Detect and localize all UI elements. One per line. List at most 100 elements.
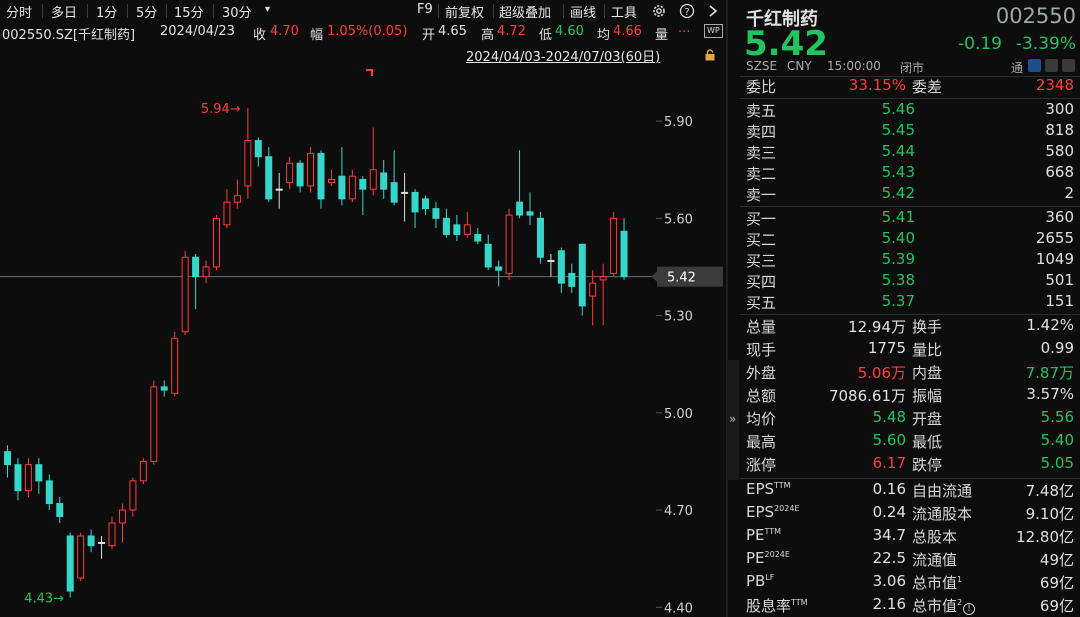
stat-row: 现手 1775 量比 0.99: [740, 339, 1080, 361]
level-label: 买三: [746, 252, 777, 270]
candle: [244, 108, 252, 199]
level-price: 5.37: [881, 292, 915, 310]
candle-body: [254, 140, 262, 158]
draw-button[interactable]: 画线: [570, 2, 596, 21]
fundamental-row: PETTM 34.7 总股本 12.80亿: [740, 526, 1080, 548]
stat-row: 外盘 5.06万 内盘 7.87万: [740, 362, 1080, 384]
avg-value: 4.66: [613, 24, 642, 39]
candle: [45, 474, 53, 511]
tab-intraday[interactable]: 分时: [6, 2, 32, 21]
help-icon[interactable]: ?: [679, 3, 695, 19]
stat-value: 7.87万: [1025, 364, 1074, 382]
candle: [254, 137, 262, 167]
candlestick-chart[interactable]: 5.90 5.60 5.30 5.00 4.70 4.40 5.42 5.94→ 4.43→: [0, 66, 726, 617]
fundamental-label: 总市值2!: [912, 595, 976, 616]
candle: [463, 211, 471, 238]
level-label: 卖三: [746, 144, 777, 162]
level-label: 买四: [746, 273, 777, 291]
low-value: 4.60: [555, 24, 584, 39]
committee-row: 委比 33.15% 委差 2348: [740, 76, 1080, 98]
bid-level-row[interactable]: 买一 5.41 360: [740, 208, 1080, 230]
fundamental-label: 流通值: [912, 549, 957, 570]
ask-level-row[interactable]: 卖二 5.43 668: [740, 163, 1080, 185]
candle: [192, 253, 200, 310]
candle-body: [87, 535, 95, 547]
candle: [317, 150, 325, 209]
candle-body: [474, 234, 482, 242]
candle: [338, 147, 346, 206]
edit-icon[interactable]: [1028, 59, 1041, 72]
toolbar-divider: [127, 4, 128, 18]
ask-level-row[interactable]: 卖三 5.44 580: [740, 142, 1080, 164]
ask-level-row[interactable]: 卖五 5.46 300: [740, 100, 1080, 122]
fundamental-name: PE: [746, 526, 765, 544]
stat-label: 最低: [912, 433, 943, 451]
candle-body: [202, 266, 210, 278]
fundamental-period: TTM: [791, 598, 808, 607]
gear-icon[interactable]: [651, 3, 667, 19]
candle: [568, 263, 576, 293]
volume-label: 量: [655, 28, 669, 43]
tools-button[interactable]: 工具: [611, 2, 637, 21]
chevron-right-icon[interactable]: [707, 4, 719, 18]
adjust-button[interactable]: 前复权: [445, 2, 484, 21]
candle: [536, 211, 544, 264]
bid-level-row[interactable]: 买三 5.39 1049: [740, 250, 1080, 272]
overlay-button[interactable]: 超级叠加: [499, 2, 551, 21]
level2-icon[interactable]: [1062, 59, 1075, 72]
lock-icon[interactable]: [704, 49, 716, 61]
candle-body: [422, 198, 429, 210]
candle: [171, 331, 179, 397]
candle-body: [505, 214, 513, 274]
committee-diff-value: 2348: [1035, 76, 1074, 94]
candle-body: [390, 182, 398, 203]
open-value: 4.65: [438, 24, 467, 39]
bid-level-row[interactable]: 买二 5.40 2655: [740, 229, 1080, 251]
candle: [181, 250, 189, 336]
tab-30min[interactable]: 30分: [222, 2, 252, 21]
info-icon[interactable]: !: [963, 603, 976, 615]
panel-divider[interactable]: [726, 0, 728, 617]
candle: [589, 270, 597, 326]
candle: [4, 445, 11, 478]
f9-button[interactable]: F9: [417, 2, 433, 17]
tab-multiday[interactable]: 多日: [51, 2, 77, 21]
fundamental-period: TTM: [774, 481, 791, 490]
fundamental-name: 自由流通: [912, 482, 973, 500]
expand-icon[interactable]: [1045, 59, 1058, 72]
double-chevron-right-icon[interactable]: »: [729, 412, 736, 426]
ask-level-row[interactable]: 卖一 5.42 2: [740, 184, 1080, 206]
candle: [66, 532, 74, 598]
last-price: 5.42: [744, 24, 828, 64]
y-tick-label: 4.70: [664, 504, 693, 519]
candle: [129, 477, 137, 517]
committee-diff-label: 委差: [912, 78, 943, 96]
date-range-selector[interactable]: 2024/04/03-2024/07/03(60日): [466, 46, 660, 65]
event-flag-icon[interactable]: [366, 69, 373, 76]
wp-badge-icon[interactable]: WP: [704, 24, 723, 38]
level-price: 5.45: [881, 121, 915, 139]
candle: [620, 218, 628, 280]
max-price-marker: 5.94→: [201, 102, 241, 117]
ask-level-row[interactable]: 卖四 5.45 818: [740, 121, 1080, 143]
candle-body: [610, 217, 618, 274]
candle: [547, 253, 555, 277]
candle: [286, 156, 294, 190]
bid-level-row[interactable]: 买四 5.38 501: [740, 271, 1080, 293]
fundamental-value: 12.80亿: [1016, 528, 1074, 546]
tab-15min[interactable]: 15分: [174, 2, 204, 21]
candle-body: [56, 503, 64, 518]
tab-5min[interactable]: 5分: [136, 2, 157, 21]
stat-label: 开盘: [912, 410, 943, 428]
level-label: 买二: [746, 231, 777, 249]
tab-1min[interactable]: 1分: [96, 2, 117, 21]
fundamental-period: LF: [765, 573, 775, 582]
fundamental-name: EPS: [746, 503, 775, 521]
level-volume: 2655: [1035, 229, 1074, 247]
period-dropdown-icon[interactable]: ▾: [265, 4, 270, 15]
candle-body: [620, 230, 628, 278]
candle: [108, 516, 116, 549]
bid-level-row[interactable]: 买五 5.37 151: [740, 292, 1080, 314]
committee-ratio-label: 委比: [746, 78, 777, 96]
stock-code: 002550.SZ[千红制药]: [2, 28, 136, 43]
